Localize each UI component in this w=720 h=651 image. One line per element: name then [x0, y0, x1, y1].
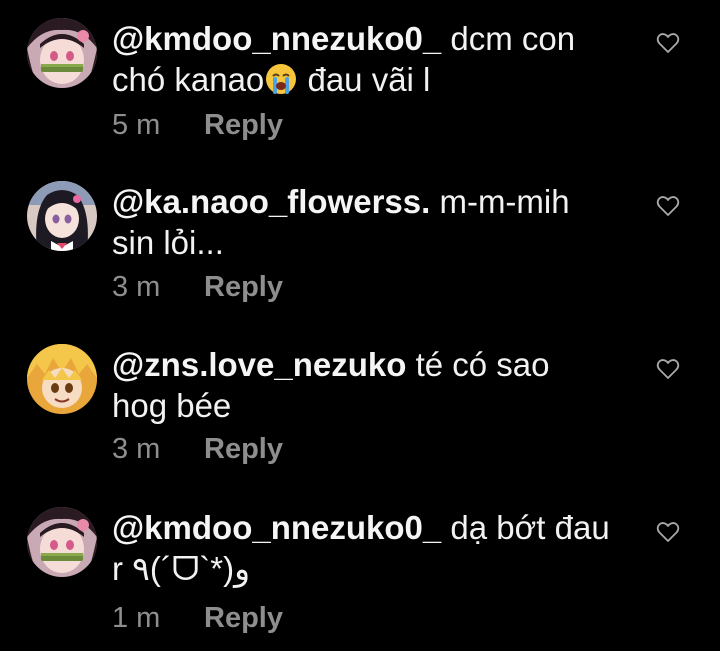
- heart-icon[interactable]: [656, 521, 680, 543]
- comment-text: @ka.naoo_flowerss. m-m-mih sin lỏi...: [112, 181, 612, 263]
- heart-icon[interactable]: [656, 32, 680, 54]
- kanao-avatar[interactable]: [27, 181, 97, 251]
- comment-text: @zns.love_nezuko té có sao hog bée: [112, 344, 612, 426]
- comment-username[interactable]: @kmdoo_nnezuko0_: [112, 20, 441, 57]
- heart-icon[interactable]: [656, 195, 680, 217]
- comment-username[interactable]: @zns.love_nezuko: [112, 346, 406, 383]
- comment-meta: 5 m Reply: [112, 108, 283, 142]
- comment-item: @kmdoo_nnezuko0_ dcm con chó kanao đau v…: [0, 0, 720, 160]
- comment-time: 3 m: [112, 271, 161, 303]
- comment-meta: 1 m Reply: [112, 601, 283, 635]
- comment-username[interactable]: @ka.naoo_flowerss.: [112, 183, 430, 220]
- comment-item: @kmdoo_nnezuko0_ dạ bớt đau r ٩(´ᗜ`*)و 1…: [0, 489, 720, 651]
- comment-text: @kmdoo_nnezuko0_ dạ bớt đau r ٩(´ᗜ`*)و: [112, 507, 612, 589]
- nezuko-avatar[interactable]: [27, 18, 97, 88]
- comment-item: @zns.love_nezuko té có sao hog bée 3 m Re…: [0, 326, 720, 486]
- heart-icon[interactable]: [656, 358, 680, 380]
- nezuko-avatar[interactable]: [27, 507, 97, 577]
- comment-meta: 3 m Reply: [112, 270, 283, 304]
- comment-meta: 3 m Reply: [112, 432, 283, 466]
- comment-time: 5 m: [112, 109, 161, 141]
- crying-face-icon: [266, 64, 297, 94]
- reply-button[interactable]: Reply: [204, 109, 283, 141]
- reply-button[interactable]: Reply: [204, 271, 283, 303]
- zenitsu-avatar[interactable]: [27, 344, 97, 414]
- comment-username[interactable]: @kmdoo_nnezuko0_: [112, 509, 441, 546]
- reply-button[interactable]: Reply: [204, 602, 283, 634]
- comment-text: @kmdoo_nnezuko0_ dcm con chó kanao đau v…: [112, 18, 612, 100]
- comment-item: @ka.naoo_flowerss. m-m-mih sin lỏi... 3 …: [0, 163, 720, 323]
- comment-time: 1 m: [112, 602, 161, 634]
- comment-body-end: đau vãi l: [298, 61, 431, 98]
- reply-button[interactable]: Reply: [204, 433, 283, 465]
- comment-time: 3 m: [112, 433, 161, 465]
